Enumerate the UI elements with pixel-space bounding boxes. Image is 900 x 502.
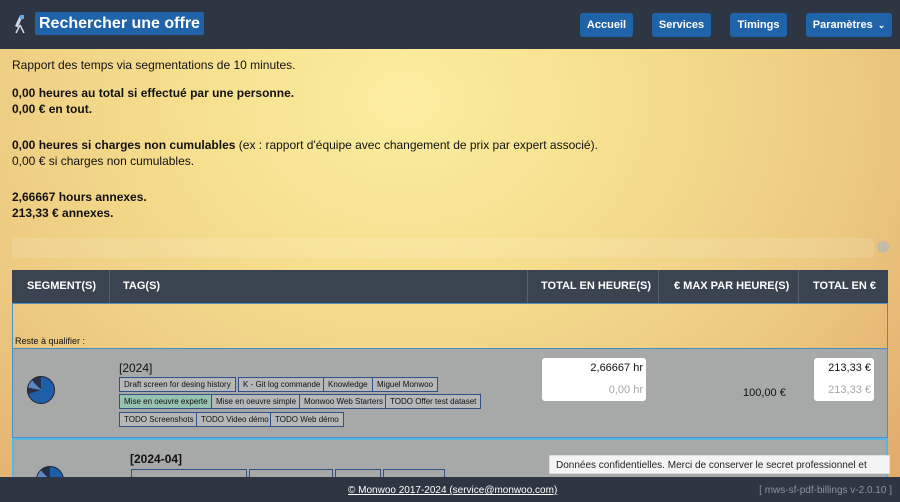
row-period: [2024] (119, 361, 153, 375)
col-total-eur[interactable]: TOTAL EN € (813, 270, 876, 303)
total-hours-single: 0,00 heures au total si effectué par une… (12, 86, 295, 100)
tag-badge[interactable]: Mise en oeuvre experte (119, 394, 213, 409)
telescope-logo-icon[interactable] (12, 14, 28, 34)
hours-value: 2,66667 hr (590, 362, 643, 374)
copyright-link[interactable]: © Monwoo 2017-2024 (service@monwoo.com) (348, 485, 557, 496)
col-divider (527, 270, 528, 303)
non-cumulative-eur: 0,00 € si charges non cumulables. (12, 154, 195, 168)
total-eur-field[interactable]: 213,33 € 213,33 € (814, 358, 874, 401)
tag-badge[interactable]: Knowledge (323, 377, 373, 392)
total-eur-all: 0,00 € en tout. (12, 102, 93, 116)
tag-badge[interactable]: TODO Screenshots (119, 412, 199, 427)
table-header: SEGMENT(S) TAG(S) TOTAL EN HEURE(S) € MA… (12, 270, 888, 303)
col-divider (798, 270, 799, 303)
non-cumulative-hours: 0,00 heures si charges non cumulables (e… (12, 137, 882, 153)
slider-handle[interactable] (877, 241, 889, 253)
chevron-down-icon: ⌄ (877, 20, 886, 30)
tag-badge[interactable]: Draft screen for desing history (119, 377, 236, 392)
tag-badge[interactable]: Miguel Monwoo (372, 377, 439, 392)
table-row[interactable]: [2024] Draft screen for desing history K… (12, 349, 888, 438)
segment-pie-chart-icon[interactable] (27, 376, 55, 404)
top-navbar: Rechercher une offre Accueil Services Ti… (0, 0, 900, 49)
row-period: [2024-04] (130, 452, 183, 466)
col-max-per-hour[interactable]: € MAX PAR HEURE(S) (674, 270, 789, 303)
max-rate-value: 100,00 € (743, 387, 786, 399)
tag-badge[interactable]: Mise en oeuvre simple (211, 394, 302, 409)
page-title[interactable]: Rechercher une offre (35, 12, 204, 35)
total-eur-secondary-value: 213,33 € (828, 384, 871, 396)
tag-badge[interactable]: TODO Offer test dataset (385, 394, 482, 409)
version-label: [ mws-sf-pdf-billings v-2.0.10 ] (759, 485, 892, 496)
report-intro: Rapport des temps via segmentations de 1… (12, 58, 296, 72)
nav-parametres-label: Paramètres (812, 19, 873, 31)
confidentiality-toast: Données confidentielles. Merci de conser… (549, 455, 890, 490)
progress-track (12, 238, 874, 258)
nav-accueil-button[interactable]: Accueil (580, 13, 633, 37)
unqualified-row: Reste à qualifier : (12, 303, 888, 349)
footer: © Monwoo 2017-2024 (service@monwoo.com) … (0, 477, 900, 502)
non-cumulative-note: (ex : rapport d'équipe avec changement d… (235, 138, 598, 152)
hours-secondary-value: 0,00 hr (608, 384, 643, 396)
non-cumulative-hours-bold: 0,00 heures si charges non cumulables (12, 138, 236, 152)
col-total-hours[interactable]: TOTAL EN HEURE(S) (541, 270, 651, 303)
hours-field[interactable]: 2,66667 hr 0,00 hr (542, 358, 646, 401)
annex-eur: 213,33 € annexes. (12, 206, 114, 220)
nav-parametres-dropdown[interactable]: Paramètres ⌄ (806, 13, 892, 37)
total-eur-value: 213,33 € (828, 362, 871, 374)
tag-badge[interactable]: TODO Web démo (270, 412, 344, 427)
col-divider (658, 270, 659, 303)
report-summary: Rapport des temps via segmentations de 1… (12, 57, 882, 221)
tag-badge[interactable]: TODO Video démo (196, 412, 274, 427)
col-segments[interactable]: SEGMENT(S) (27, 270, 96, 303)
nav-services-button[interactable]: Services (652, 13, 711, 37)
tag-badge[interactable]: K - Git log commande (238, 377, 326, 392)
unqualified-label: Reste à qualifier : (15, 336, 86, 346)
col-divider (109, 270, 110, 303)
annex-hours: 2,66667 hours annexes. (12, 190, 147, 204)
nav-timings-button[interactable]: Timings (730, 13, 787, 37)
col-tags[interactable]: TAG(S) (123, 270, 160, 303)
tag-badge[interactable]: Monwoo Web Starters (299, 394, 388, 409)
